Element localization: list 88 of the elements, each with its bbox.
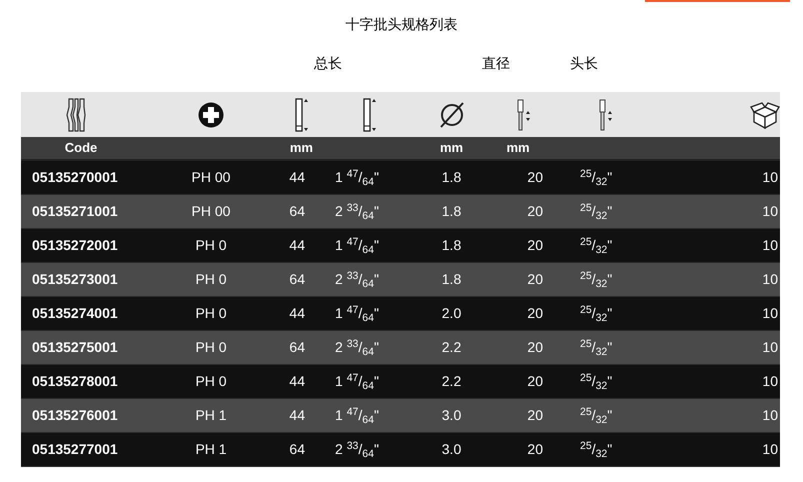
- table-cell: 1 $^{47}$/$_{64}$": [335, 167, 379, 188]
- table-cell-text: 44: [289, 236, 305, 255]
- table-cell: $^{25}$/$_{32}$": [580, 303, 612, 324]
- table-cell-text: 3.0: [442, 406, 462, 425]
- table-cell-text: 20: [527, 168, 543, 187]
- table-cell-text: 64: [289, 202, 305, 221]
- table-cell-text: 20: [527, 270, 543, 289]
- table-cell-text: PH 1: [195, 440, 227, 459]
- table-cell: 2 $^{33}$/$_{64}$": [335, 439, 379, 460]
- group-label: 直径: [482, 55, 510, 74]
- table-cell-text: 20: [527, 338, 543, 357]
- table-cell-text: 44: [289, 168, 305, 187]
- table-cell-text: 05135270001: [32, 168, 118, 187]
- table-cell-text: 10: [762, 202, 778, 221]
- table-cell-text: 05135278001: [32, 372, 118, 391]
- table-cell-text: 10: [762, 270, 778, 289]
- table-cell: $^{25}$/$_{32}$": [580, 439, 612, 460]
- table-cell: $^{25}$/$_{32}$": [580, 201, 612, 222]
- group-label: 总长: [314, 55, 342, 74]
- table-cell-text: 05135273001: [32, 270, 118, 289]
- table-cell-text: PH 0: [195, 338, 227, 357]
- table-cell-text: 10: [762, 440, 778, 459]
- table-cell-text: 10: [762, 304, 778, 323]
- table-cell-text: 2.2: [442, 372, 462, 391]
- column-unit: mm: [506, 139, 530, 158]
- length-icon: [363, 98, 377, 132]
- table-cell-text: 1.8: [442, 236, 462, 255]
- table-cell: 2 $^{33}$/$_{64}$": [335, 269, 379, 290]
- bit-tip-icon: [598, 98, 614, 130]
- table-cell-text: 2.0: [442, 304, 462, 323]
- group-label: 头长: [570, 55, 598, 74]
- table-cell-text: 1.8: [442, 202, 462, 221]
- table-cell-text: PH 0: [195, 304, 227, 323]
- table-cell-text: 10: [762, 168, 778, 187]
- table-cell: $^{25}$/$_{32}$": [580, 371, 612, 392]
- table-cell-text: 64: [289, 270, 305, 289]
- table-cell: 1 $^{47}$/$_{64}$": [335, 371, 379, 392]
- bits-icon: [66, 96, 86, 132]
- table-cell: $^{25}$/$_{32}$": [580, 269, 612, 290]
- table-cell-text: 64: [289, 338, 305, 357]
- table-cell: 1 $^{47}$/$_{64}$": [335, 303, 379, 324]
- table-cell: 1 $^{47}$/$_{64}$": [335, 235, 379, 256]
- table-cell-text: 44: [289, 372, 305, 391]
- diameter-icon: [438, 100, 466, 128]
- table-cell-text: 1.8: [442, 270, 462, 289]
- table-cell-text: 10: [762, 236, 778, 255]
- table-cell-text: 05135275001: [32, 338, 118, 357]
- length-icon: [295, 98, 309, 132]
- bit-tip-icon: [516, 98, 532, 130]
- table-cell-text: PH 0: [195, 236, 227, 255]
- table-cell-text: 10: [762, 338, 778, 357]
- table-cell: $^{25}$/$_{32}$": [580, 167, 612, 188]
- column-unit: mm: [440, 139, 464, 158]
- table-cell-text: 05135274001: [32, 304, 118, 323]
- phillips-icon: [198, 102, 224, 128]
- table-cell: $^{25}$/$_{32}$": [580, 235, 612, 256]
- table-cell-text: 20: [527, 372, 543, 391]
- table-cell: $^{25}$/$_{32}$": [580, 337, 612, 358]
- table-cell-text: 20: [527, 236, 543, 255]
- table-cell: 1 $^{47}$/$_{64}$": [335, 405, 379, 426]
- table-title: 十字批头规格列表: [346, 16, 458, 35]
- column-unit: Code: [64, 139, 98, 158]
- table-cell-text: 44: [289, 406, 305, 425]
- table-cell-text: 2.2: [442, 338, 462, 357]
- table-cell-text: PH 00: [192, 202, 230, 221]
- table-cell-text: 20: [527, 406, 543, 425]
- table-cell-text: 10: [762, 372, 778, 391]
- table-cell-text: 3.0: [442, 440, 462, 459]
- table-cell: 2 $^{33}$/$_{64}$": [335, 201, 379, 222]
- table-cell-text: PH 00: [192, 168, 230, 187]
- table-cell-text: 20: [527, 440, 543, 459]
- table-cell-text: 44: [289, 304, 305, 323]
- table-cell: 2 $^{33}$/$_{64}$": [335, 337, 379, 358]
- table-cell-text: 05135271001: [32, 202, 118, 221]
- table-cell-text: 10: [762, 406, 778, 425]
- table-cell-text: 1.8: [442, 168, 462, 187]
- table-cell-text: 05135276001: [32, 406, 118, 425]
- table-cell: $^{25}$/$_{32}$": [580, 405, 612, 426]
- table-cell-text: 05135272001: [32, 236, 118, 255]
- table-cell-text: 64: [289, 440, 305, 459]
- table-cell-text: 20: [527, 202, 543, 221]
- box-icon: [750, 100, 780, 128]
- table-cell-text: PH 0: [195, 372, 227, 391]
- table-cell-text: PH 1: [195, 406, 227, 425]
- column-unit: mm: [290, 139, 313, 158]
- table-cell-text: 05135277001: [32, 440, 118, 459]
- table-cell-text: 20: [527, 304, 543, 323]
- table-cell-text: PH 0: [195, 270, 227, 289]
